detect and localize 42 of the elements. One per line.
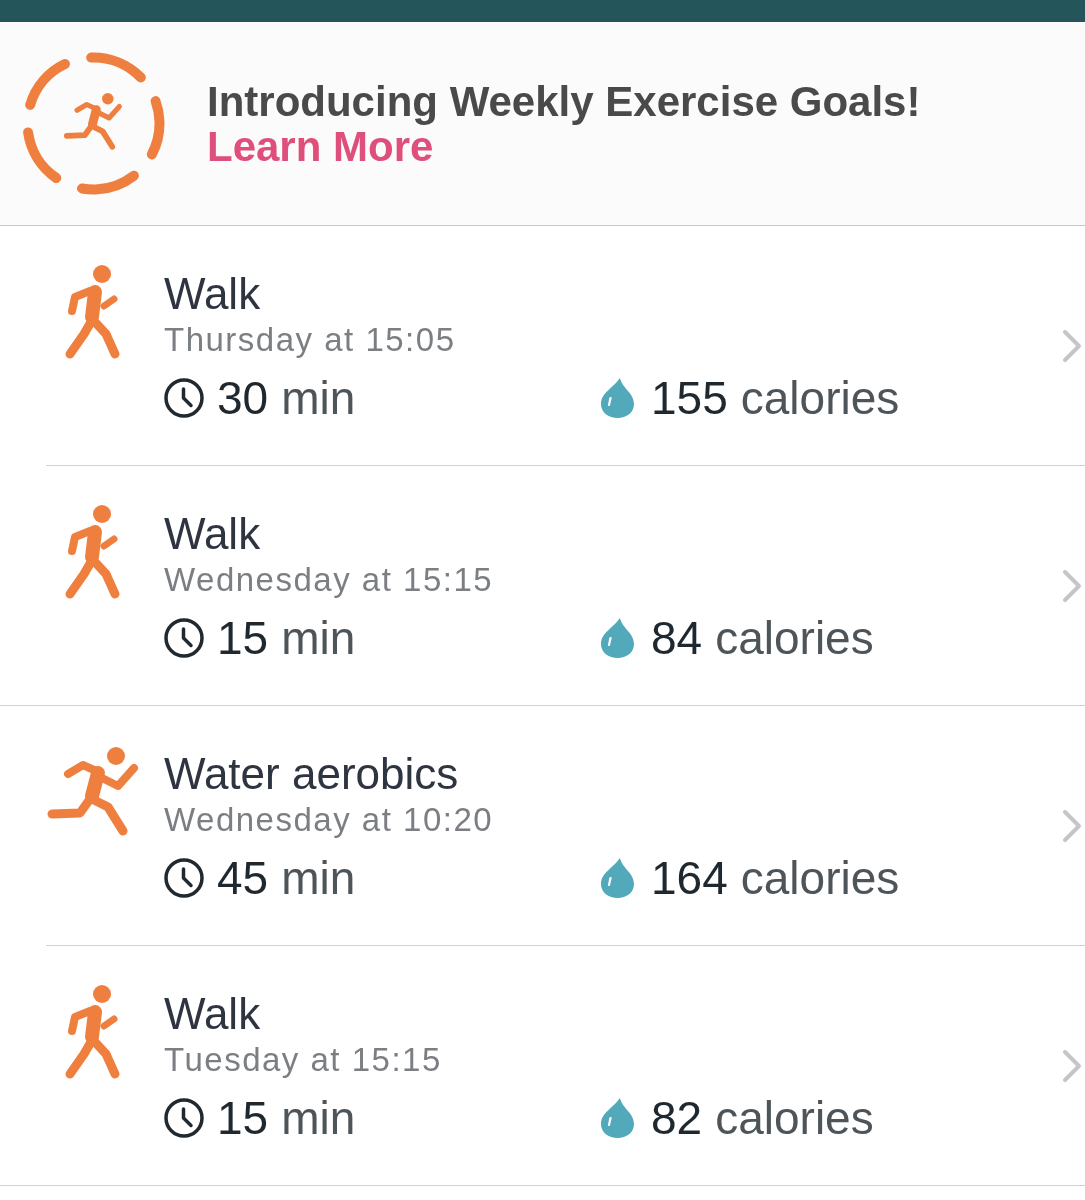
- workout-time: Tuesday at 15:15: [164, 1040, 442, 1080]
- workout-time: Thursday at 15:05: [164, 320, 456, 360]
- walking-person-icon: [65, 505, 121, 599]
- chevron-right-icon: [1062, 328, 1082, 363]
- calories-value: 82: [651, 1091, 703, 1145]
- chevron-right-icon: [1062, 1048, 1082, 1083]
- clock-icon: [164, 858, 204, 898]
- banner-text: Introducing Weekly Exercise Goals! Learn More: [207, 78, 922, 169]
- duration-value: 45: [217, 851, 269, 905]
- workout-title: Walk: [164, 268, 261, 320]
- chevron-right-icon: [1062, 568, 1082, 603]
- workout-title: Walk: [164, 508, 261, 560]
- chevron-right-icon: [1062, 808, 1082, 843]
- duration-unit: min: [281, 371, 356, 425]
- duration-value: 15: [217, 611, 269, 665]
- workout-title: Water aerobics: [164, 748, 459, 800]
- drop-icon: [601, 858, 634, 898]
- duration-value: 30: [217, 371, 269, 425]
- calories-value: 164: [651, 851, 728, 905]
- running-person-icon: [46, 747, 140, 837]
- drop-icon: [601, 618, 634, 658]
- calories-value: 155: [651, 371, 728, 425]
- duration-unit: min: [281, 611, 356, 665]
- calories-value: 84: [651, 611, 703, 665]
- duration-value: 15: [217, 1091, 269, 1145]
- calories-unit: calories: [740, 371, 900, 425]
- calories-unit: calories: [715, 611, 874, 665]
- calories-unit: calories: [715, 1091, 874, 1145]
- workout-title: Walk: [164, 988, 261, 1040]
- drop-icon: [601, 1098, 634, 1138]
- duration-unit: min: [281, 851, 356, 905]
- calories-unit: calories: [740, 851, 900, 905]
- workout-time: Wednesday at 15:15: [164, 560, 494, 600]
- dashed-ring-runner-icon: [22, 52, 165, 195]
- clock-icon: [164, 378, 204, 418]
- walking-person-icon: [65, 265, 121, 359]
- clock-icon: [164, 618, 204, 658]
- clock-icon: [164, 1098, 204, 1138]
- duration-unit: min: [281, 1091, 356, 1145]
- walking-person-icon: [65, 985, 121, 1079]
- workout-time: Wednesday at 10:20: [164, 800, 494, 840]
- drop-icon: [601, 378, 634, 418]
